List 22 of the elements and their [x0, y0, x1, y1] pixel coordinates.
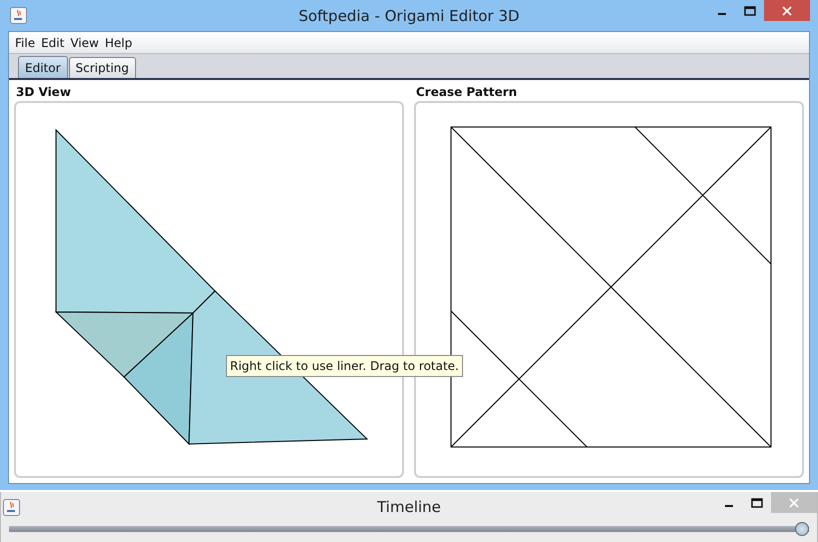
- close-icon: [789, 498, 799, 508]
- close-button[interactable]: [764, 0, 810, 21]
- slider-thumb[interactable]: [795, 522, 809, 536]
- origami-drawing[interactable]: [54, 128, 368, 446]
- window-title: Softpedia - Origami Editor 3D: [298, 6, 520, 24]
- window-title: Timeline: [377, 498, 441, 516]
- tab[interactable]: Scripting: [68, 57, 136, 78]
- java-cup-icon[interactable]: [3, 498, 20, 516]
- menu-item[interactable]: View: [67, 36, 102, 50]
- panel-title: Crease Pattern: [415, 84, 518, 101]
- panel-title: 3D View: [15, 84, 72, 101]
- tab[interactable]: Editor: [18, 56, 68, 78]
- menu-item[interactable]: Edit: [38, 36, 68, 50]
- minimize-icon: [725, 504, 733, 506]
- maximize-icon: [751, 498, 763, 508]
- close-icon: [782, 6, 792, 16]
- menu-item[interactable]: Help: [102, 36, 136, 50]
- maximize-icon: [744, 6, 756, 16]
- java-cup-icon[interactable]: [10, 7, 27, 24]
- menu-item[interactable]: File: [12, 36, 38, 50]
- tooltip: Right click to use liner. Drag to rotate.: [226, 355, 463, 377]
- minimize-icon: [718, 12, 726, 14]
